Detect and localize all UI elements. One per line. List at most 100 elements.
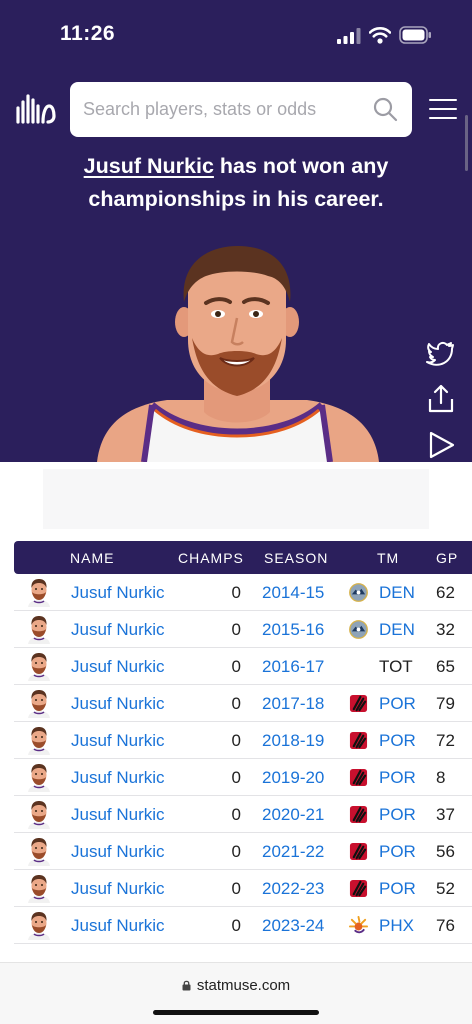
table-row: Jusuf Nurkic 0 2022-23 POR 52 [14,870,472,907]
table-row: Jusuf Nurkic 0 2023-24 PHX 76 [14,907,472,944]
browser-address-bar[interactable]: statmuse.com [0,962,472,1024]
player-name-link[interactable]: Jusuf Nurkic [71,768,165,788]
column-header-champs[interactable]: CHAMPS [178,550,244,566]
team-link[interactable]: POR [379,879,416,899]
player-name-link[interactable]: Jusuf Nurkic [71,620,165,640]
team-link[interactable]: POR [379,731,416,751]
table-row: Jusuf Nurkic 0 2020-21 POR 37 [14,796,472,833]
scrollbar[interactable] [465,115,468,171]
column-header-gp[interactable]: GP [436,550,458,566]
player-headshot[interactable] [26,911,52,940]
season-link[interactable]: 2015-16 [262,620,324,640]
hamburger-menu-icon[interactable] [429,99,457,119]
table-row: Jusuf Nurkic 0 2019-20 POR 8 [14,759,472,796]
games-played-value: 52 [436,879,455,898]
table-body: Jusuf Nurkic 0 2014-15 DEN 62 Jusuf Nurkic 0 20… [14,574,472,944]
status-bar: 11:26 [0,0,472,70]
team-link[interactable]: DEN [379,620,415,640]
player-name-link[interactable]: Jusuf Nurkic [71,916,165,936]
player-headshot[interactable] [26,652,52,681]
team-value: TOT [379,657,413,676]
player-headshot[interactable] [26,800,52,829]
champs-value: 0 [231,916,241,935]
champs-value: 0 [231,731,241,750]
suns-logo-icon [349,916,368,935]
answer-headline: Jusuf Nurkic has not won any championshi… [20,150,452,216]
nuggets-logo-icon [349,620,368,639]
wifi-icon [369,27,391,44]
lock-icon [182,980,191,991]
champs-value: 0 [231,657,241,676]
season-link[interactable]: 2021-22 [262,842,324,862]
twitter-icon[interactable] [426,338,456,368]
team-link[interactable]: POR [379,768,416,788]
champs-value: 0 [231,583,241,602]
player-name-link[interactable]: Jusuf Nurkic [71,694,165,714]
champs-value: 0 [231,879,241,898]
season-link[interactable]: 2020-21 [262,805,324,825]
player-headshot[interactable] [26,874,52,903]
table-row: Jusuf Nurkic 0 2014-15 DEN 62 [14,574,472,611]
player-headshot[interactable] [26,689,52,718]
team-link[interactable]: POR [379,694,416,714]
player-name-link[interactable]: Jusuf Nurkic [71,583,165,603]
table-header: NAME CHAMPS SEASON TM GP [14,541,472,574]
nuggets-logo-icon [349,583,368,602]
season-link[interactable]: 2018-19 [262,731,324,751]
table-row: Jusuf Nurkic 0 2021-22 POR 56 [14,833,472,870]
share-actions [426,338,458,462]
search-input[interactable]: Search players, stats or odds [83,99,316,120]
column-header-season[interactable]: SEASON [264,550,328,566]
season-link[interactable]: 2014-15 [262,583,324,603]
statmuse-logo[interactable] [16,92,58,124]
blazers-logo-icon [349,694,368,713]
player-headshot[interactable] [26,578,52,607]
url-display[interactable]: statmuse.com [0,977,472,994]
column-header-name[interactable]: NAME [70,550,114,566]
home-indicator[interactable] [153,1010,319,1015]
player-headshot[interactable] [26,837,52,866]
champs-value: 0 [231,768,241,787]
search-icon[interactable] [372,96,398,122]
player-name-link[interactable]: Jusuf Nurkic [71,657,165,677]
champs-value: 0 [231,842,241,861]
status-time: 11:26 [60,22,116,45]
games-played-value: 76 [436,916,455,935]
team-link[interactable]: PHX [379,916,414,936]
headline-player-link[interactable]: Jusuf Nurkic [84,154,214,178]
season-link[interactable]: 2023-24 [262,916,324,936]
games-played-value: 37 [436,805,455,824]
player-name-link[interactable]: Jusuf Nurkic [71,879,165,899]
player-name-link[interactable]: Jusuf Nurkic [71,842,165,862]
season-link[interactable]: 2022-23 [262,879,324,899]
champs-value: 0 [231,620,241,639]
blazers-logo-icon [349,805,368,824]
player-headshot[interactable] [26,726,52,755]
player-headshot[interactable] [26,763,52,792]
player-illustration [97,246,379,462]
games-played-value: 32 [436,620,455,639]
table-row: Jusuf Nurkic 0 2015-16 DEN 32 [14,611,472,648]
hero-section: 11:26 Search players, stats or odds Jusu… [0,0,472,462]
url-text: statmuse.com [196,977,291,994]
search-bar[interactable]: Search players, stats or odds [70,82,412,137]
team-link[interactable]: DEN [379,583,415,603]
champs-value: 0 [231,694,241,713]
play-icon[interactable] [426,430,456,460]
table-row: Jusuf Nurkic 0 2018-19 POR 72 [14,722,472,759]
column-header-team[interactable]: TM [377,550,399,566]
stats-table: NAME CHAMPS SEASON TM GP Jusuf Nurkic 0 20… [14,541,472,944]
table-row: Jusuf Nurkic 0 2016-17 TOT 65 [14,648,472,685]
blazers-logo-icon [349,731,368,750]
share-icon[interactable] [426,384,456,414]
season-link[interactable]: 2019-20 [262,768,324,788]
player-headshot[interactable] [26,615,52,644]
player-name-link[interactable]: Jusuf Nurkic [71,805,165,825]
games-played-value: 72 [436,731,455,750]
team-link[interactable]: POR [379,842,416,862]
ad-placeholder [43,469,429,529]
season-link[interactable]: 2017-18 [262,694,324,714]
player-name-link[interactable]: Jusuf Nurkic [71,731,165,751]
season-link[interactable]: 2016-17 [262,657,324,677]
team-link[interactable]: POR [379,805,416,825]
